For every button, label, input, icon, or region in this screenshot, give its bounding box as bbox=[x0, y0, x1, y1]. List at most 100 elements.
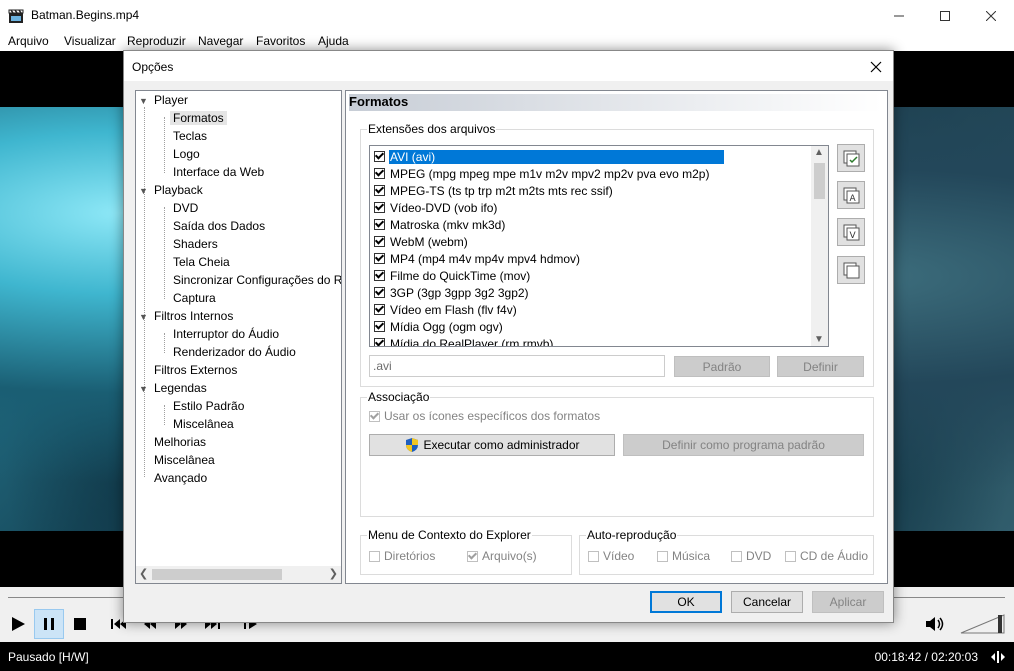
format-checkbox[interactable] bbox=[374, 253, 385, 264]
checkbox[interactable] bbox=[369, 550, 380, 562]
use-format-icons-checkbox[interactable]: Usar os ícones específicos dos formatos bbox=[369, 409, 600, 423]
play-button[interactable] bbox=[3, 609, 33, 639]
format-list-scrollbar[interactable]: ▲ ▼ bbox=[811, 146, 828, 346]
tree-item-shaders[interactable]: Shaders bbox=[173, 237, 218, 251]
clear-all-button[interactable] bbox=[837, 256, 865, 284]
format-checkbox[interactable] bbox=[374, 185, 385, 196]
tree-item-captura[interactable]: Captura bbox=[173, 291, 216, 305]
chevron-down-icon[interactable]: ▼ bbox=[814, 334, 824, 345]
autoplay-cd-checkbox[interactable]: CD de Áudio bbox=[785, 549, 868, 563]
tree-item-legendas[interactable]: Legendas bbox=[154, 381, 207, 395]
menu-visualizar[interactable]: Visualizar bbox=[64, 34, 116, 48]
ctx-files-checkbox[interactable]: Arquivo(s) bbox=[467, 549, 537, 563]
window-close-button[interactable] bbox=[968, 0, 1014, 31]
menu-navegar[interactable]: Navegar bbox=[198, 34, 243, 48]
menu-reproduzir[interactable]: Reproduzir bbox=[127, 34, 186, 48]
tree-item-sincronizar[interactable]: Sincronizar Configurações do R bbox=[173, 273, 341, 287]
default-extensions-button[interactable]: Padrão bbox=[674, 356, 770, 377]
format-item[interactable]: Filme do QuickTime (mov) bbox=[374, 267, 531, 284]
tree-item-avancado[interactable]: Avançado bbox=[154, 471, 207, 485]
format-checkbox[interactable] bbox=[374, 236, 385, 247]
checkbox[interactable] bbox=[588, 550, 599, 562]
format-item[interactable]: Vídeo em Flash (flv f4v) bbox=[374, 301, 518, 318]
pause-button[interactable] bbox=[34, 609, 64, 639]
format-checkbox[interactable] bbox=[374, 151, 385, 162]
set-extensions-button[interactable]: Definir bbox=[777, 356, 864, 377]
checkbox[interactable] bbox=[731, 550, 742, 562]
format-checkbox[interactable] bbox=[374, 219, 385, 230]
format-item[interactable]: 3GP (3gp 3gpp 3g2 3gp2) bbox=[374, 284, 530, 301]
chevron-right-icon[interactable]: ❯ bbox=[329, 567, 338, 580]
cancel-button[interactable]: Cancelar bbox=[731, 591, 803, 613]
tree-item-filtros-internos[interactable]: Filtros Internos bbox=[154, 309, 233, 323]
format-checkbox[interactable] bbox=[374, 168, 385, 179]
format-item[interactable]: MPEG-TS (ts tp trp m2t m2ts mts rec ssif… bbox=[374, 182, 614, 199]
autoplay-dvd-checkbox[interactable]: DVD bbox=[731, 549, 771, 563]
apply-button[interactable]: Aplicar bbox=[812, 591, 884, 613]
select-audio-button[interactable]: A bbox=[837, 181, 865, 209]
format-item[interactable]: Mídia Ogg (ogm ogv) bbox=[374, 318, 504, 335]
autoplay-music-checkbox[interactable]: Música bbox=[657, 549, 710, 563]
format-item[interactable]: Vídeo-DVD (vob ifo) bbox=[374, 199, 498, 216]
format-item[interactable]: Matroska (mkv mk3d) bbox=[374, 216, 506, 233]
tree-item-dvd[interactable]: DVD bbox=[173, 201, 198, 215]
tree-item-melhorias[interactable]: Melhorias bbox=[154, 435, 206, 449]
chevron-down-icon[interactable]: ▼ bbox=[139, 186, 148, 196]
extensions-input[interactable]: .avi bbox=[369, 355, 665, 377]
format-item[interactable]: Mídia do RealPlayer (rm rmvb) bbox=[374, 335, 554, 346]
set-default-program-button[interactable]: Definir como programa padrão bbox=[623, 434, 864, 456]
dialog-close-button[interactable] bbox=[863, 54, 889, 80]
ok-button[interactable]: OK bbox=[650, 591, 722, 613]
chevron-left-icon[interactable]: ❮ bbox=[139, 567, 148, 580]
scroll-thumb[interactable] bbox=[814, 163, 825, 199]
tree-item-saida-dados[interactable]: Saída dos Dados bbox=[173, 219, 265, 233]
menu-ajuda[interactable]: Ajuda bbox=[318, 34, 349, 48]
tree-item-formatos[interactable]: Formatos bbox=[170, 111, 227, 125]
format-checkbox[interactable] bbox=[374, 338, 385, 346]
format-list[interactable]: AVI (avi) MPEG (mpg mpeg mpe m1v m2v mpv2… bbox=[369, 145, 829, 347]
tree-item-tela-cheia[interactable]: Tela Cheia bbox=[173, 255, 230, 269]
tree-item-estilo-padrao[interactable]: Estilo Padrão bbox=[173, 399, 244, 413]
format-checkbox[interactable] bbox=[374, 321, 385, 332]
chevron-up-icon[interactable]: ▲ bbox=[814, 147, 824, 158]
format-checkbox[interactable] bbox=[374, 202, 385, 213]
chevron-down-icon[interactable]: ▼ bbox=[139, 96, 148, 106]
checkbox[interactable] bbox=[369, 410, 380, 422]
select-video-button[interactable]: V bbox=[837, 218, 865, 246]
minimize-button[interactable] bbox=[876, 0, 922, 31]
tree-item-interface-web[interactable]: Interface da Web bbox=[173, 165, 264, 179]
menu-favoritos[interactable]: Favoritos bbox=[256, 34, 305, 48]
tree-item-interruptor-audio[interactable]: Interruptor do Áudio bbox=[173, 327, 279, 341]
format-item[interactable]: MP4 (mp4 m4v mp4v mpv4 hdmov) bbox=[374, 250, 581, 267]
format-checkbox[interactable] bbox=[374, 287, 385, 298]
select-all-button[interactable] bbox=[837, 144, 865, 172]
tree-item-miscelanea[interactable]: Miscelânea bbox=[154, 453, 215, 467]
tree-item-miscelanea-legendas[interactable]: Miscelânea bbox=[173, 417, 234, 431]
checkbox[interactable] bbox=[657, 550, 668, 562]
menu-arquivo[interactable]: Arquivo bbox=[8, 34, 49, 48]
tree-item-player[interactable]: Player bbox=[154, 93, 188, 107]
tree-horizontal-scrollbar[interactable]: ❮ ❯ bbox=[136, 566, 341, 583]
maximize-button[interactable] bbox=[922, 0, 968, 31]
chevron-down-icon[interactable]: ▼ bbox=[139, 312, 148, 322]
mute-button[interactable] bbox=[920, 609, 950, 639]
run-as-admin-button[interactable]: Executar como administrador bbox=[369, 434, 615, 456]
tree-item-playback[interactable]: Playback bbox=[154, 183, 203, 197]
format-item[interactable]: AVI (avi) bbox=[374, 148, 724, 165]
format-item[interactable]: WebM (webm) bbox=[374, 233, 469, 250]
checkbox[interactable] bbox=[785, 550, 796, 562]
tree-item-renderizador-audio[interactable]: Renderizador do Áudio bbox=[173, 345, 296, 359]
ctx-directories-checkbox[interactable]: Diretórios bbox=[369, 549, 435, 563]
autoplay-video-checkbox[interactable]: Vídeo bbox=[588, 549, 634, 563]
volume-slider[interactable] bbox=[960, 613, 1006, 635]
format-checkbox[interactable] bbox=[374, 270, 385, 281]
format-checkbox[interactable] bbox=[374, 304, 385, 315]
tree-item-teclas[interactable]: Teclas bbox=[173, 129, 207, 143]
checkbox[interactable] bbox=[467, 550, 478, 562]
scroll-thumb[interactable] bbox=[152, 569, 282, 580]
tree-item-logo[interactable]: Logo bbox=[173, 147, 200, 161]
tree-item-filtros-externos[interactable]: Filtros Externos bbox=[154, 363, 237, 377]
options-tree[interactable]: ▼ Player Formatos Teclas Logo Interface … bbox=[135, 90, 342, 584]
format-item[interactable]: MPEG (mpg mpeg mpe m1v m2v mpv2 mp2v pva… bbox=[374, 165, 710, 182]
stop-button[interactable] bbox=[65, 609, 95, 639]
